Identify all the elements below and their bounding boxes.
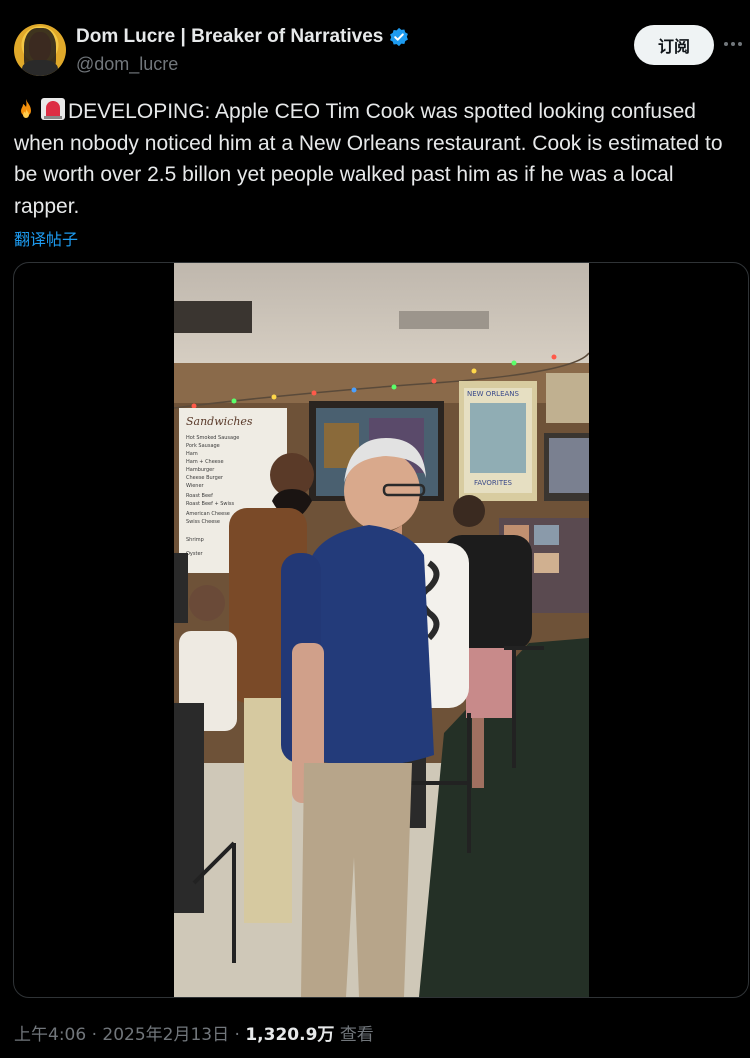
menu-item: Pork Sausage xyxy=(186,443,220,449)
restaurant-scene-image: Sandwiches Hot Smoked Sausage Pork Sausa… xyxy=(174,263,589,997)
author-name[interactable]: Dom Lucre | Breaker of Narratives xyxy=(76,26,383,48)
author-avatar[interactable] xyxy=(14,24,66,76)
author-handle[interactable]: @dom_lucre xyxy=(76,54,178,75)
menu-item: Swiss Cheese xyxy=(186,519,220,525)
menu-item: Wiener xyxy=(186,483,205,489)
verified-badge-icon xyxy=(390,27,409,47)
menu-item: Cheese Burger xyxy=(186,475,224,481)
author-name-row: Dom Lucre | Breaker of Narratives xyxy=(76,26,409,48)
translate-post-link[interactable]: 翻译帖子 xyxy=(14,226,78,250)
menu-item: Shrimp xyxy=(186,537,204,543)
more-options-icon[interactable] xyxy=(724,34,746,54)
tweet-time[interactable]: 上午4:06 xyxy=(14,1025,86,1045)
view-count: 1,320.9万 xyxy=(245,1025,335,1045)
menu-item: American Cheese xyxy=(186,511,230,517)
fire-emoji-icon xyxy=(21,99,31,118)
poster-title: NEW ORLEANS xyxy=(467,390,520,398)
tweet-metadata: 上午4:06 · 2025年2月13日 · 1,320.9万 查看 xyxy=(14,1020,374,1045)
separator: · xyxy=(91,1025,97,1045)
menu-item: Roast Beef xyxy=(186,493,213,499)
menu-board-title: Sandwiches xyxy=(186,415,253,428)
tweet-body: DEVELOPING: Apple CEO Tim Cook was spott… xyxy=(14,96,744,222)
subscribe-button[interactable]: 订阅 xyxy=(634,25,714,65)
views-label: 查看 xyxy=(339,1025,374,1045)
menu-item: Oyster xyxy=(186,551,204,557)
tweet-date[interactable]: 2025年2月13日 xyxy=(102,1025,229,1045)
siren-emoji-icon xyxy=(41,98,65,120)
tweet-text: DEVELOPING: Apple CEO Tim Cook was spott… xyxy=(14,100,723,218)
menu-item: Ham + Cheese xyxy=(186,459,224,465)
menu-item: Ham xyxy=(186,451,198,457)
separator: · xyxy=(234,1025,240,1045)
menu-item: Hot Smoked Sausage xyxy=(186,435,239,441)
menu-item: Roast Beef + Swiss xyxy=(186,501,234,507)
menu-item: Hamburger xyxy=(186,467,215,473)
poster-subtitle: FAVORITES xyxy=(474,479,513,487)
video-media-card[interactable]: Sandwiches Hot Smoked Sausage Pork Sausa… xyxy=(13,262,749,998)
video-frame[interactable]: Sandwiches Hot Smoked Sausage Pork Sausa… xyxy=(174,263,589,997)
